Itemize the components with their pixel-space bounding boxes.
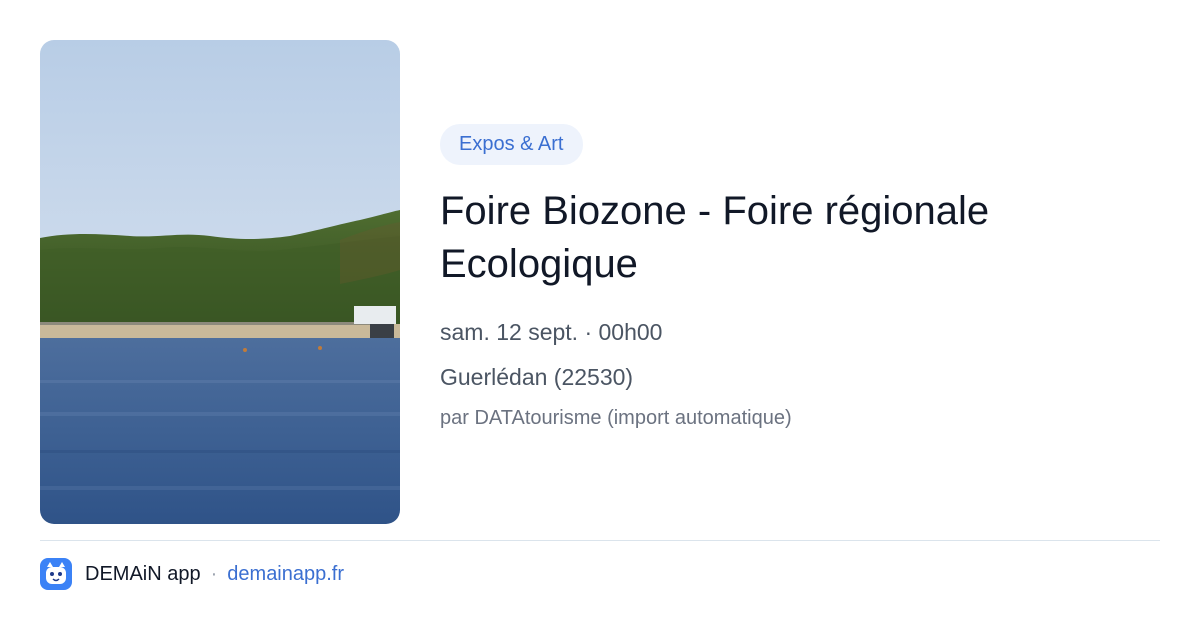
footer: DEMAiN app · demainapp.fr [40,557,344,591]
event-location: Guerlédan (22530) [440,364,634,390]
event-date: sam. 12 sept. · 00h00 [440,319,663,345]
event-details: Expos & Art Foire Biozone - Foire région… [440,124,1160,430]
event-photo [40,40,400,524]
app-name: DEMAiN app [85,562,201,585]
footer-divider [40,540,1160,541]
demain-app-icon [40,558,72,590]
footer-separator: · [210,562,218,585]
category-badge[interactable]: Expos & Art [440,124,583,165]
event-title: Foire Biozone - Foire régionale Ecologiq… [440,189,990,286]
app-domain-link[interactable]: demainapp.fr [227,563,344,586]
event-source: par DATAtourisme (import automatique) [440,407,792,429]
event-share-card: Expos & Art Foire Biozone - Foire région… [0,0,1200,630]
